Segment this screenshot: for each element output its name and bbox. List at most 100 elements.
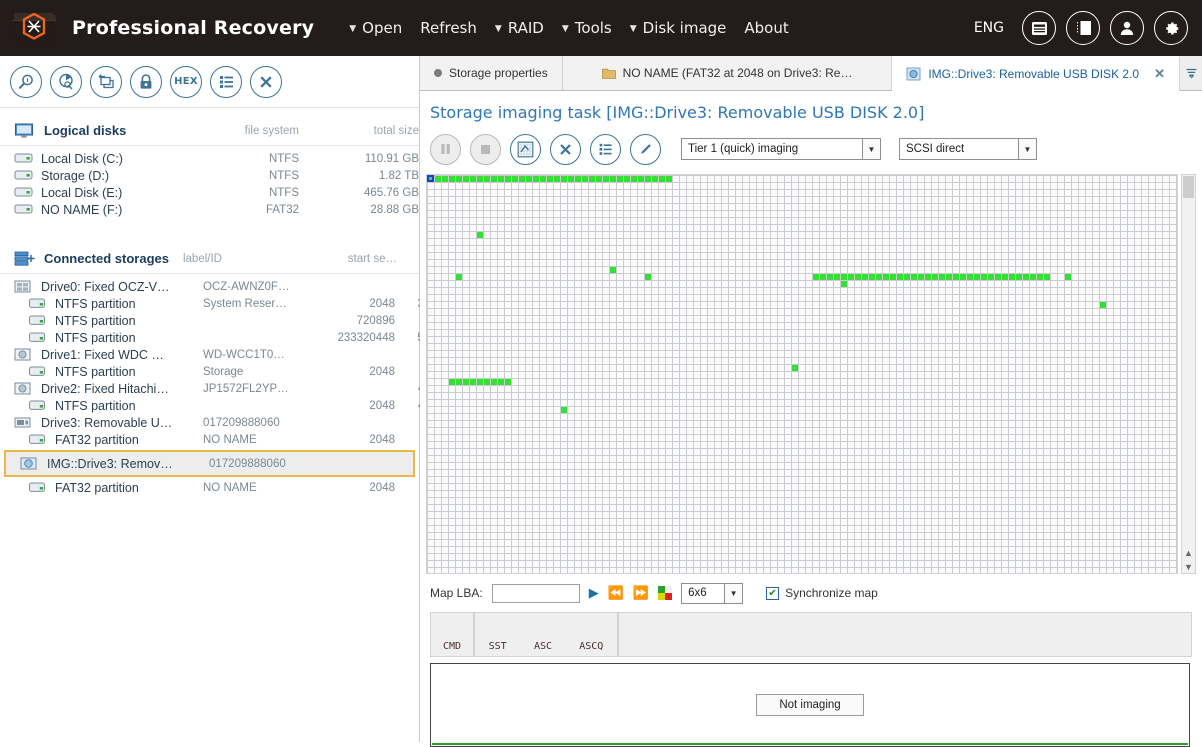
map-settings-button[interactable] — [510, 133, 541, 165]
map-cell[interactable] — [547, 176, 553, 182]
map-cell[interactable] — [617, 176, 623, 182]
map-cell[interactable] — [624, 176, 630, 182]
map-cell[interactable] — [841, 274, 847, 280]
scroll-down-icon[interactable]: ▼ — [1182, 560, 1195, 573]
map-cell[interactable] — [463, 176, 469, 182]
map-cell[interactable] — [995, 274, 1001, 280]
map-cell[interactable] — [813, 274, 819, 280]
cell-size-select[interactable]: 6x6 ▼ — [681, 582, 744, 604]
list-item[interactable]: Drive1: Fixed WDC …WD-WCC1T0…1.82 TB — [0, 346, 473, 363]
map-cell[interactable] — [631, 176, 637, 182]
map-cell[interactable] — [456, 176, 462, 182]
list-item-selected[interactable]: IMG::Drive3: Remov…01720988806028.89 GB — [6, 452, 479, 475]
menu-item-tools[interactable]: ▼ Tools — [553, 15, 621, 41]
map-cell[interactable] — [477, 232, 483, 238]
map-cell[interactable] — [792, 365, 798, 371]
map-cell[interactable] — [477, 379, 483, 385]
map-lba-input[interactable] — [491, 583, 580, 603]
pause-button[interactable] — [430, 133, 461, 165]
map-cell[interactable] — [533, 176, 539, 182]
stop-button[interactable] — [470, 133, 501, 165]
map-cell[interactable] — [575, 176, 581, 182]
map-cell[interactable] — [505, 379, 511, 385]
map-cell[interactable] — [505, 176, 511, 182]
list-item[interactable]: NO NAME (F:) FAT32 28.88 GB — [0, 201, 419, 218]
map-cell[interactable] — [610, 267, 616, 273]
map-cell[interactable] — [1002, 274, 1008, 280]
map-cursor-cell[interactable] — [427, 175, 434, 182]
map-cell[interactable] — [582, 176, 588, 182]
map-cell[interactable] — [561, 176, 567, 182]
map-cell[interactable] — [862, 274, 868, 280]
map-cell[interactable] — [1100, 302, 1106, 308]
map-cell[interactable] — [456, 379, 462, 385]
copy-sectors-icon[interactable] — [90, 65, 122, 98]
scrollbar-thumb[interactable] — [1183, 176, 1194, 198]
sector-map-grid[interactable] — [426, 174, 1178, 574]
map-cell[interactable] — [974, 274, 980, 280]
map-cell[interactable] — [1044, 274, 1050, 280]
map-cell[interactable] — [1016, 274, 1022, 280]
list-view-icon[interactable] — [210, 65, 242, 98]
map-cell[interactable] — [827, 274, 833, 280]
sector-map[interactable]: ▲ ▼ — [426, 174, 1196, 574]
map-cell[interactable] — [932, 274, 938, 280]
access-mode-select[interactable]: SCSI direct ▼ — [899, 138, 1037, 160]
map-cell[interactable] — [526, 176, 532, 182]
map-cell[interactable] — [540, 176, 546, 182]
map-cell[interactable] — [610, 176, 616, 182]
map-cell[interactable] — [491, 379, 497, 385]
map-cell[interactable] — [491, 176, 497, 182]
map-cell[interactable] — [960, 274, 966, 280]
menu-item-about[interactable]: About — [735, 15, 797, 41]
list-item[interactable]: Local Disk (C:) NTFS 110.91 GB — [0, 150, 419, 167]
map-cell[interactable] — [561, 407, 567, 413]
map-cell[interactable] — [456, 274, 462, 280]
map-cell[interactable] — [841, 281, 847, 287]
map-cell[interactable] — [1023, 274, 1029, 280]
task-list-button[interactable] — [590, 133, 621, 165]
fast-forward-icon[interactable]: ⏩ — [633, 585, 649, 601]
menu-item-open[interactable]: ▼ Open — [340, 15, 411, 41]
map-cell[interactable] — [820, 274, 826, 280]
list-item[interactable]: Drive0: Fixed OCZ-V…OCZ-AWNZ0F…111.79 GB — [0, 278, 473, 295]
map-cell[interactable] — [834, 274, 840, 280]
map-cell[interactable] — [988, 274, 994, 280]
tab-img-drive3[interactable]: IMG::Drive3: Removable USB DISK 2.0 ✕ — [892, 56, 1180, 91]
map-cell[interactable] — [666, 176, 672, 182]
map-cell[interactable] — [442, 176, 448, 182]
lock-icon[interactable] — [130, 65, 162, 98]
find-icon[interactable] — [10, 65, 42, 98]
edit-button[interactable] — [630, 133, 661, 165]
map-cell[interactable] — [946, 274, 952, 280]
map-cell[interactable] — [638, 176, 644, 182]
tab-storage-properties[interactable]: Storage properties — [420, 56, 563, 90]
menu-item-refresh[interactable]: Refresh — [411, 15, 486, 41]
map-cell[interactable] — [967, 274, 973, 280]
map-cell[interactable] — [1037, 274, 1043, 280]
map-cell[interactable] — [435, 176, 441, 182]
map-cell[interactable] — [449, 379, 455, 385]
map-cell[interactable] — [470, 176, 476, 182]
map-cell[interactable] — [596, 176, 602, 182]
map-cell[interactable] — [652, 176, 658, 182]
selected-storage-row[interactable]: IMG::Drive3: Remov…01720988806028.89 GB — [4, 450, 479, 477]
map-cell[interactable] — [904, 274, 910, 280]
menu-item-disk-image[interactable]: ▼ Disk image — [621, 15, 736, 41]
map-cell[interactable] — [519, 176, 525, 182]
map-cell[interactable] — [477, 176, 483, 182]
rewind-icon[interactable]: ⏪ — [608, 585, 624, 601]
map-cell[interactable] — [1030, 274, 1036, 280]
menu-item-raid[interactable]: ▼ RAID — [486, 15, 553, 41]
map-cell[interactable] — [953, 274, 959, 280]
user-account-icon[interactable] — [1110, 11, 1144, 45]
disk-analysis-icon[interactable] — [50, 65, 82, 98]
window-list-icon[interactable] — [1022, 11, 1056, 45]
imaging-mode-select[interactable]: Tier 1 (quick) imaging ▼ — [681, 138, 881, 160]
list-item[interactable]: FAT32 partitionNO NAME204828.89 GB — [0, 431, 473, 448]
map-cell[interactable] — [484, 176, 490, 182]
map-cell[interactable] — [645, 274, 651, 280]
map-cell[interactable] — [498, 379, 504, 385]
map-cell[interactable] — [939, 274, 945, 280]
map-cell[interactable] — [897, 274, 903, 280]
